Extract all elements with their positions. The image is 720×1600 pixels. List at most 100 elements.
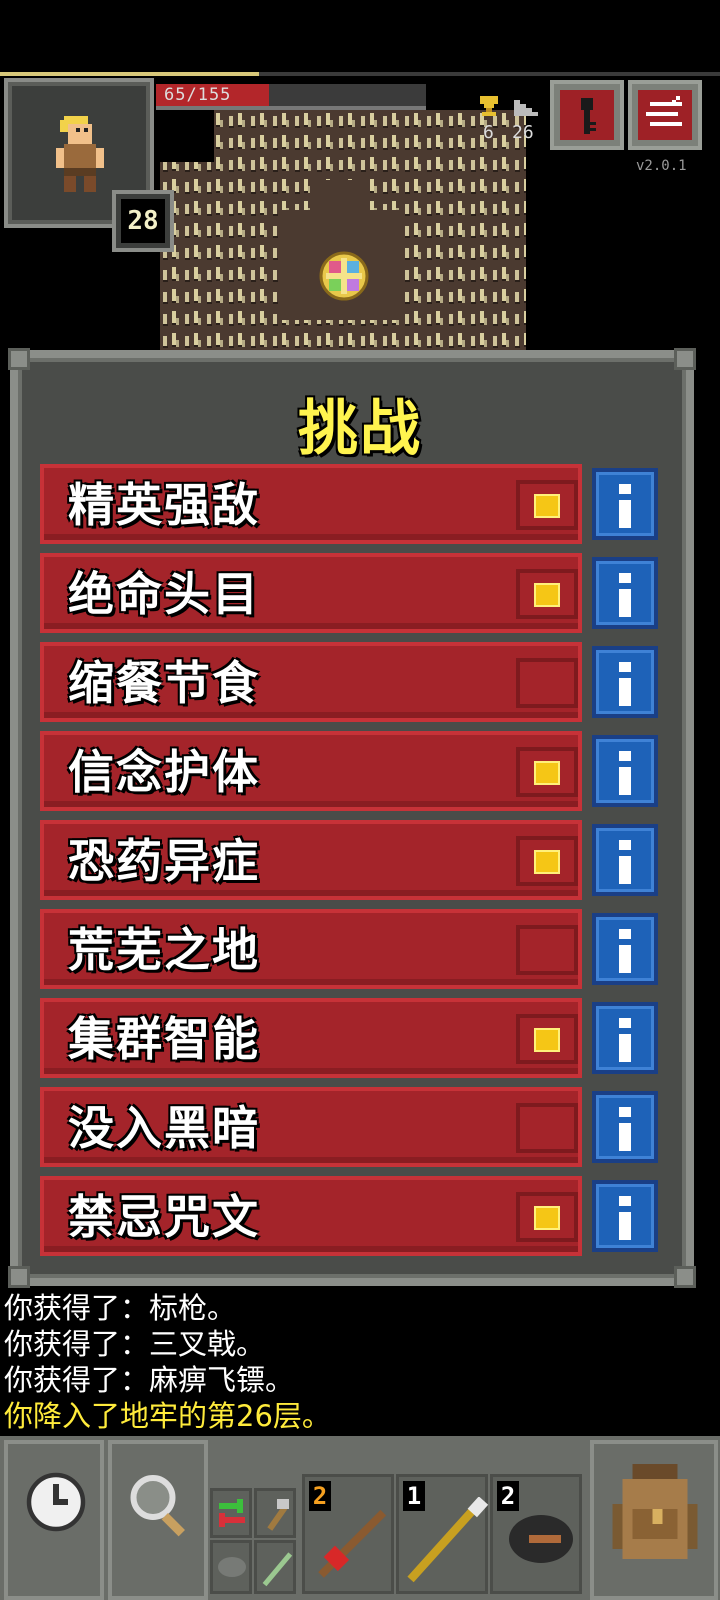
level-text: 28: [121, 199, 165, 243]
challenge-info-button[interactable]: [592, 646, 658, 718]
challenge-checkbox[interactable]: [516, 658, 578, 708]
version-label: v2.0.1: [636, 158, 687, 174]
checkbox-checked-mark: [534, 1028, 560, 1052]
challenge-info-button[interactable]: [592, 468, 658, 540]
backpack-button[interactable]: [590, 1440, 718, 1600]
clock-icon: [26, 1472, 86, 1532]
info-icon: [619, 1018, 631, 1028]
menu-button[interactable]: [628, 80, 702, 150]
javelin-icon: [407, 1497, 489, 1583]
challenge-checkbox[interactable]: [516, 1103, 578, 1153]
info-icon: [619, 1123, 631, 1151]
checkbox-checked-mark: [534, 494, 560, 518]
hero-sprite-icon: [56, 116, 104, 192]
challenge-row[interactable]: 缩餐节食: [40, 642, 582, 722]
dungeon-view[interactable]: [160, 110, 526, 354]
dungeon-tiles: [160, 110, 526, 354]
dialog-corner: [674, 348, 696, 370]
challenge-checkbox[interactable]: [516, 925, 578, 975]
challenge-info-button[interactable]: [592, 1180, 658, 1252]
info-icon: [619, 573, 631, 583]
challenge-row[interactable]: 恐药异症: [40, 820, 582, 900]
depth-count: 26: [512, 122, 534, 143]
key-icon: [581, 98, 596, 134]
checkbox-checked-mark: [534, 1206, 560, 1230]
challenge-info-button[interactable]: [592, 557, 658, 629]
info-icon: [619, 1034, 631, 1062]
challenge-row[interactable]: 信念护体: [40, 731, 582, 811]
challenge-label: 绝命头目: [68, 567, 260, 621]
menu-icon: [646, 96, 682, 126]
challenge-info-button[interactable]: [592, 735, 658, 807]
info-icon: [619, 589, 631, 617]
challenge-info-button[interactable]: [592, 1091, 658, 1163]
challenge-checkbox[interactable]: [516, 569, 578, 619]
info-icon: [619, 1107, 631, 1117]
info-icon: [619, 856, 631, 884]
search-button[interactable]: [108, 1440, 208, 1600]
challenge-label: 恐药异症: [68, 834, 260, 888]
quickslot-1[interactable]: 2: [302, 1474, 394, 1594]
swap-slot[interactable]: [210, 1488, 252, 1538]
challenge-checkbox[interactable]: [516, 747, 578, 797]
info-icon: [619, 500, 631, 528]
challenge-row[interactable]: 禁忌咒文: [40, 1176, 582, 1256]
dungeon-void: [156, 110, 214, 162]
wand-icon: [262, 1552, 293, 1587]
quickslot-3[interactable]: 2: [490, 1474, 582, 1594]
dialog-corner: [8, 1266, 30, 1288]
bolas-icon: [509, 1515, 573, 1563]
log-line-highlight: 你降入了地牢的第26层。: [4, 1399, 331, 1433]
gold-icon: [480, 96, 498, 116]
dialog-corner: [674, 1266, 696, 1288]
magnifier-icon: [130, 1475, 185, 1537]
challenge-row[interactable]: 集群智能: [40, 998, 582, 1078]
challenge-info-button[interactable]: [592, 1002, 658, 1074]
challenge-checkbox[interactable]: [516, 1014, 578, 1064]
challenge-info-button[interactable]: [592, 824, 658, 896]
info-icon: [619, 929, 631, 939]
checkbox-checked-mark: [534, 583, 560, 607]
challenge-label: 禁忌咒文: [68, 1190, 260, 1244]
info-icon: [619, 840, 631, 850]
hp-text: 65/155: [164, 85, 232, 105]
challenge-checkbox[interactable]: [516, 480, 578, 530]
seal-icon[interactable]: [318, 250, 370, 302]
axe-icon: [267, 1499, 289, 1531]
challenge-label: 集群智能: [68, 1012, 260, 1066]
challenge-checkbox[interactable]: [516, 836, 578, 886]
challenge-label: 缩餐节食: [68, 656, 260, 710]
wand-slot[interactable]: [254, 1540, 296, 1594]
dialog-corner: [8, 348, 30, 370]
challenge-info-button[interactable]: [592, 913, 658, 985]
challenge-label: 没入黑暗: [68, 1101, 260, 1155]
log-line: 你获得了：三叉戟。: [4, 1327, 266, 1361]
challenge-row[interactable]: 精英强敌: [40, 464, 582, 544]
info-icon: [619, 751, 631, 761]
challenge-row[interactable]: 没入黑暗: [40, 1087, 582, 1167]
axe-slot[interactable]: [254, 1488, 296, 1538]
dart-icon: [318, 1509, 387, 1578]
challenge-label: 信念护体: [68, 745, 260, 799]
xp-bar-fill: [0, 72, 259, 76]
info-icon: [619, 662, 631, 672]
challenge-checkbox[interactable]: [516, 1192, 578, 1242]
info-icon: [619, 767, 631, 795]
journal-button[interactable]: [550, 80, 624, 150]
challenge-row[interactable]: 荒芜之地: [40, 909, 582, 989]
checkbox-checked-mark: [534, 761, 560, 785]
stone-slot[interactable]: [210, 1540, 252, 1594]
info-icon: [619, 484, 631, 494]
info-icon: [619, 678, 631, 706]
info-icon: [619, 1196, 631, 1206]
log-line: 你获得了：麻痹飞镖。: [4, 1363, 295, 1397]
dialog-title: 挑战: [298, 394, 422, 464]
gold-count: 6: [483, 122, 494, 143]
info-icon: [619, 945, 631, 973]
wait-button[interactable]: [4, 1440, 104, 1600]
challenge-label: 荒芜之地: [68, 923, 260, 977]
stairs-icon: [514, 100, 538, 116]
challenge-row[interactable]: 绝命头目: [40, 553, 582, 633]
challenge-label: 精英强敌: [68, 478, 260, 532]
quickslot-2[interactable]: 1: [396, 1474, 489, 1594]
